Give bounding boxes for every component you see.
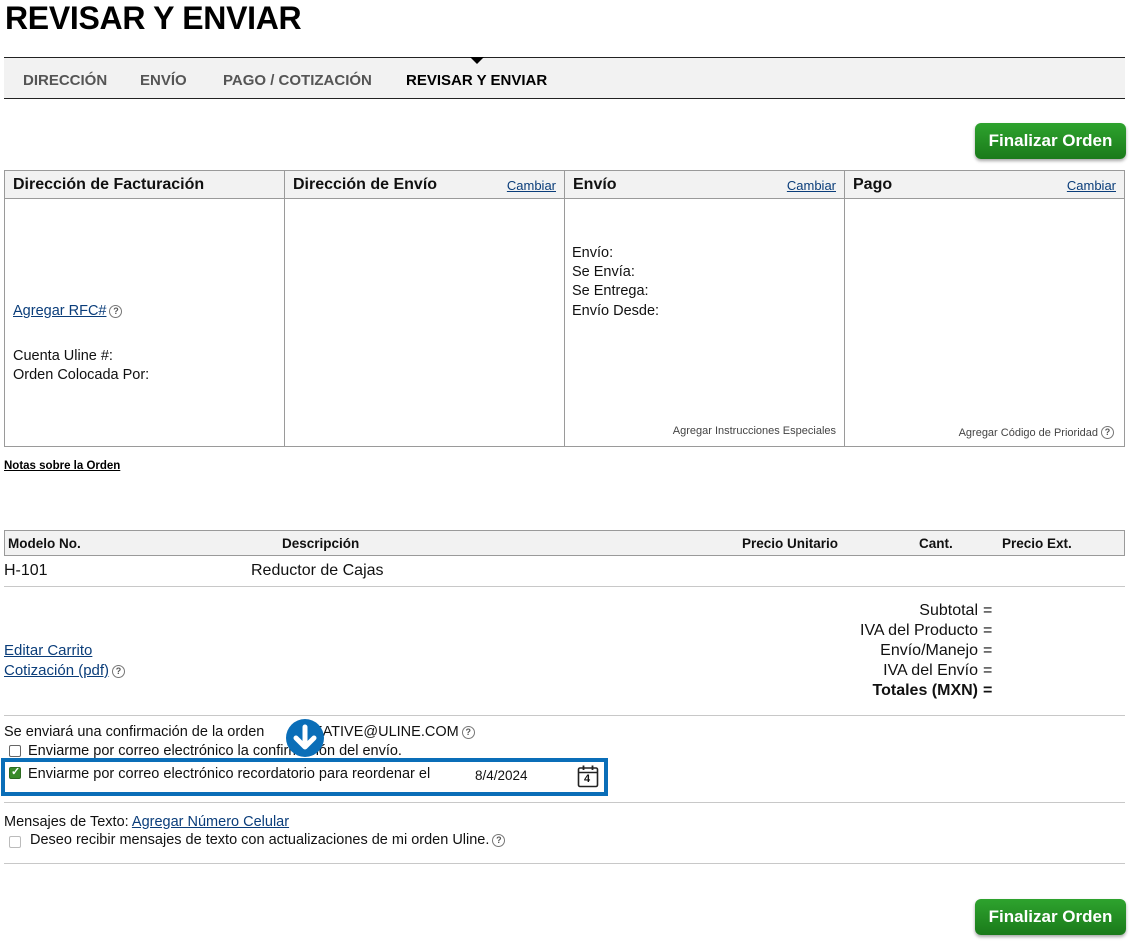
- quote-pdf-row: Cotización (pdf)?: [4, 662, 126, 679]
- sms-opt-in-checkbox[interactable]: [9, 836, 21, 848]
- change-shipping-link[interactable]: Cambiar: [787, 178, 836, 193]
- sms-opt-in-row: Deseo recibir mensajes de texto con actu…: [30, 832, 506, 848]
- quote-pdf-link[interactable]: Cotización (pdf): [4, 662, 109, 679]
- shipping-method-label: Envío:: [572, 245, 614, 261]
- divider: [4, 715, 1125, 716]
- col-ext-price: Precio Ext.: [1002, 536, 1072, 551]
- row-description: Reductor de Cajas: [251, 562, 384, 579]
- add-rfc-link[interactable]: Agregar RFC#: [13, 303, 106, 319]
- step-revisar-enviar: REVISAR Y ENVIAR: [406, 72, 548, 89]
- reorder-reminder-checkbox[interactable]: [9, 765, 21, 779]
- confirmation-text: Se enviará una confirmación de la orden …: [4, 724, 475, 740]
- billing-panel-title: Dirección de Facturación: [13, 176, 205, 193]
- ship-confirmation-label: Enviarme por correo electrónico la confi…: [28, 743, 402, 759]
- shipping-tax-eq: =: [983, 662, 993, 679]
- add-cell-number-link[interactable]: Agregar Número Celular: [132, 814, 289, 830]
- confirmation-email: REATIVE@ULINE.COM: [302, 724, 459, 740]
- divider: [4, 802, 1125, 803]
- sms-label: Mensajes de Texto:: [4, 814, 129, 830]
- divider: [4, 863, 1125, 864]
- help-icon[interactable]: ?: [461, 726, 475, 739]
- row-model: H-101: [4, 562, 48, 579]
- change-payment-link[interactable]: Cambiar: [1067, 178, 1116, 193]
- priority-code-row: Agregar Código de Prioridad?: [959, 426, 1114, 439]
- shipping-address-panel: Dirección de Envío Cambiar: [285, 171, 565, 446]
- help-icon[interactable]: ?: [1101, 426, 1114, 439]
- payment-panel-header: Pago Cambiar: [845, 171, 1124, 199]
- edit-cart-link[interactable]: Editar Carrito: [4, 642, 92, 659]
- col-model: Modelo No.: [8, 536, 81, 551]
- product-tax-eq: =: [983, 622, 993, 639]
- ships-label: Se Envía:: [572, 264, 635, 280]
- subtotal-eq: =: [983, 602, 993, 619]
- subtotal-label: Subtotal: [919, 602, 978, 619]
- calendar-icon[interactable]: 4: [577, 764, 599, 788]
- help-icon[interactable]: ?: [492, 834, 506, 847]
- finalize-order-button-bottom[interactable]: Finalizar Orden: [975, 899, 1126, 935]
- add-rfc-row: Agregar RFC#?: [13, 303, 123, 319]
- shipping-address-header: Dirección de Envío Cambiar: [285, 171, 564, 199]
- priority-code-link[interactable]: Agregar Código de Prioridad: [959, 427, 1098, 439]
- col-qty: Cant.: [919, 536, 953, 551]
- divider: [4, 586, 1125, 587]
- help-icon[interactable]: ?: [112, 665, 126, 678]
- step-envio[interactable]: ENVÍO: [140, 72, 187, 89]
- shipping-panel: Envío Cambiar Envío: Se Envía: Se Entreg…: [565, 171, 845, 446]
- change-shipping-address-link[interactable]: Cambiar: [507, 178, 556, 193]
- page-title: REVISAR Y ENVIAR: [5, 0, 302, 36]
- col-unit-price: Precio Unitario: [742, 536, 839, 551]
- order-summary-panels: Dirección de Facturación Agregar RFC#? C…: [4, 170, 1125, 447]
- billing-panel-header: Dirección de Facturación: [5, 171, 284, 199]
- sms-opt-in-label: Deseo recibir mensajes de texto con actu…: [30, 832, 490, 848]
- account-label: Cuenta Uline #:: [13, 348, 113, 364]
- col-description: Descripción: [282, 536, 360, 551]
- ships-from-label: Envío Desde:: [572, 303, 660, 319]
- payment-panel-title: Pago: [853, 176, 893, 193]
- totals-label: Totales (MXN): [872, 682, 978, 699]
- step-direccion[interactable]: DIRECCIÓN: [23, 72, 107, 89]
- shipping-handling-eq: =: [983, 642, 993, 659]
- shipping-panel-title: Envío: [573, 176, 617, 193]
- shipping-panel-header: Envío Cambiar: [565, 171, 844, 199]
- shipping-handling-label: Envío/Manejo: [880, 642, 978, 659]
- items-table-header: Modelo No. Descripción Precio Unitario C…: [4, 530, 1125, 556]
- active-step-caret-icon: [470, 57, 484, 64]
- shipping-tax-label: IVA del Envío: [883, 662, 978, 679]
- placed-by-label: Orden Colocada Por:: [13, 367, 150, 383]
- calendar-day: 4: [584, 773, 591, 785]
- billing-panel: Dirección de Facturación Agregar RFC#? C…: [5, 171, 285, 446]
- help-icon[interactable]: ?: [109, 305, 123, 318]
- special-instructions-link[interactable]: Agregar Instrucciones Especiales: [673, 425, 836, 437]
- finalize-order-button-top[interactable]: Finalizar Orden: [975, 123, 1126, 159]
- delivers-label: Se Entrega:: [572, 283, 649, 299]
- step-pago-cotizacion[interactable]: PAGO / COTIZACIÓN: [223, 72, 372, 89]
- down-arrow-icon: [286, 719, 324, 757]
- checkout-steps: DIRECCIÓN ENVÍO PAGO / COTIZACIÓN REVISA…: [4, 57, 1125, 99]
- totals-eq: =: [983, 682, 993, 699]
- sms-row: Mensajes de Texto: Agregar Número Celula…: [4, 814, 289, 830]
- reorder-date-input[interactable]: 8/4/2024: [475, 768, 528, 783]
- payment-panel: Pago Cambiar Agregar Código de Prioridad…: [845, 171, 1124, 446]
- order-notes-link[interactable]: Notas sobre la Orden: [4, 460, 120, 472]
- product-tax-label: IVA del Producto: [860, 622, 978, 639]
- ship-confirmation-checkbox[interactable]: [9, 745, 21, 757]
- reorder-reminder-label: Enviarme por correo electrónico recordat…: [28, 766, 431, 782]
- shipping-address-title: Dirección de Envío: [293, 176, 438, 193]
- confirmation-text-before: Se enviará una confirmación de la orden: [4, 724, 265, 740]
